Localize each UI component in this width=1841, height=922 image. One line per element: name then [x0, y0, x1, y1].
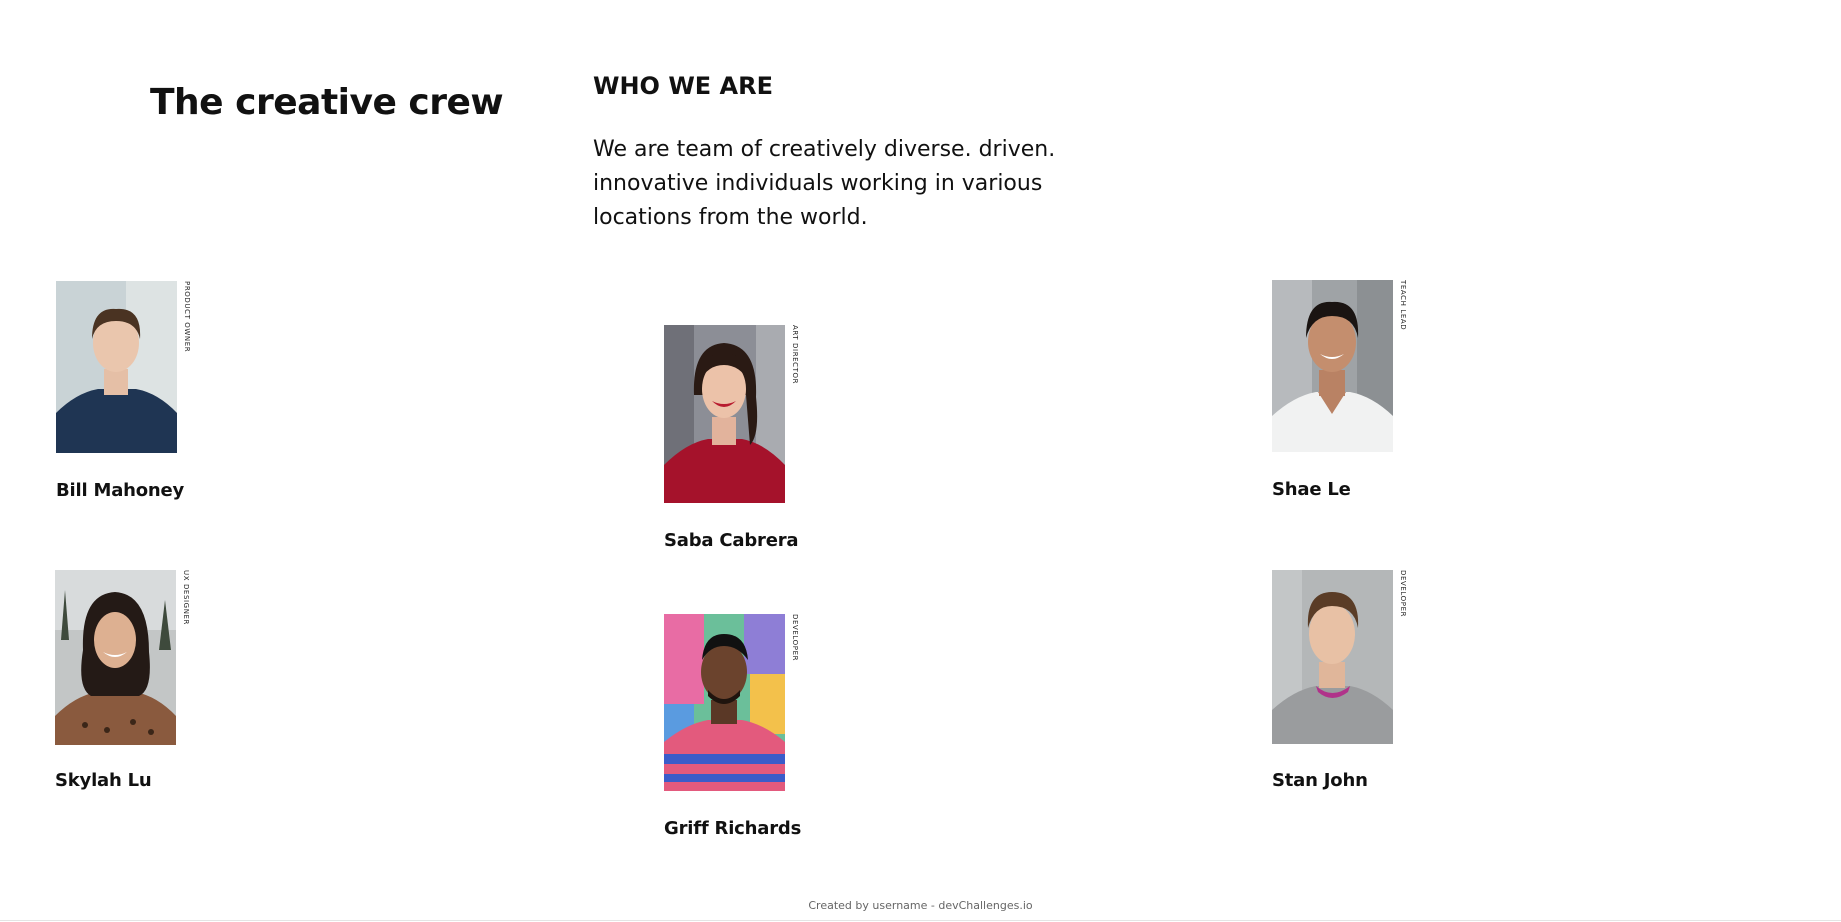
- member-photo-wrap: PRODUCT OWNER: [56, 281, 191, 453]
- member-photo: [1272, 280, 1393, 452]
- footer-divider: [0, 920, 1841, 921]
- member-name: Shae Le: [1272, 479, 1351, 500]
- member-card: ART DIRECTOR Saba Cabrera: [664, 325, 824, 551]
- member-name: Stan John: [1272, 770, 1368, 791]
- footer-credit: Created by username - devChallenges.io: [808, 899, 1033, 912]
- member-card: PRODUCT OWNER Bill Mahoney: [56, 281, 216, 501]
- member-photo: [664, 614, 785, 791]
- member-name: Saba Cabrera: [664, 530, 799, 551]
- member-photo: [56, 281, 177, 453]
- member-photo-wrap: UX DESIGNER: [55, 570, 190, 745]
- page: The creative crew WHO WE ARE We are team…: [0, 0, 1841, 922]
- page-title: The creative crew: [150, 82, 504, 123]
- member-name: Skylah Lu: [55, 770, 152, 791]
- member-name: Griff Richards: [664, 818, 802, 839]
- member-card: DEVELOPER Stan John: [1272, 570, 1432, 791]
- member-role: DEVELOPER: [1399, 570, 1407, 618]
- member-photo-wrap: TEACH LEAD: [1272, 280, 1407, 452]
- member-card: TEACH LEAD Shae Le: [1272, 280, 1432, 500]
- member-photo: [1272, 570, 1393, 744]
- member-role: TEACH LEAD: [1399, 280, 1407, 331]
- member-photo-wrap: DEVELOPER: [664, 614, 799, 791]
- member-name: Bill Mahoney: [56, 480, 185, 501]
- who-we-are-heading: WHO WE ARE: [593, 72, 773, 100]
- member-card: DEVELOPER Griff Richards: [664, 614, 824, 839]
- member-photo: [664, 325, 785, 503]
- who-we-are-text: We are team of creatively diverse. drive…: [593, 137, 1056, 230]
- member-role: ART DIRECTOR: [791, 325, 799, 385]
- member-photo-wrap: ART DIRECTOR: [664, 325, 799, 503]
- member-role: PRODUCT OWNER: [183, 281, 191, 353]
- member-card: UX DESIGNER Skylah Lu: [55, 570, 215, 791]
- member-photo-wrap: DEVELOPER: [1272, 570, 1407, 744]
- member-role: UX DESIGNER: [182, 570, 190, 626]
- member-photo: [55, 570, 176, 745]
- member-role: DEVELOPER: [791, 614, 799, 662]
